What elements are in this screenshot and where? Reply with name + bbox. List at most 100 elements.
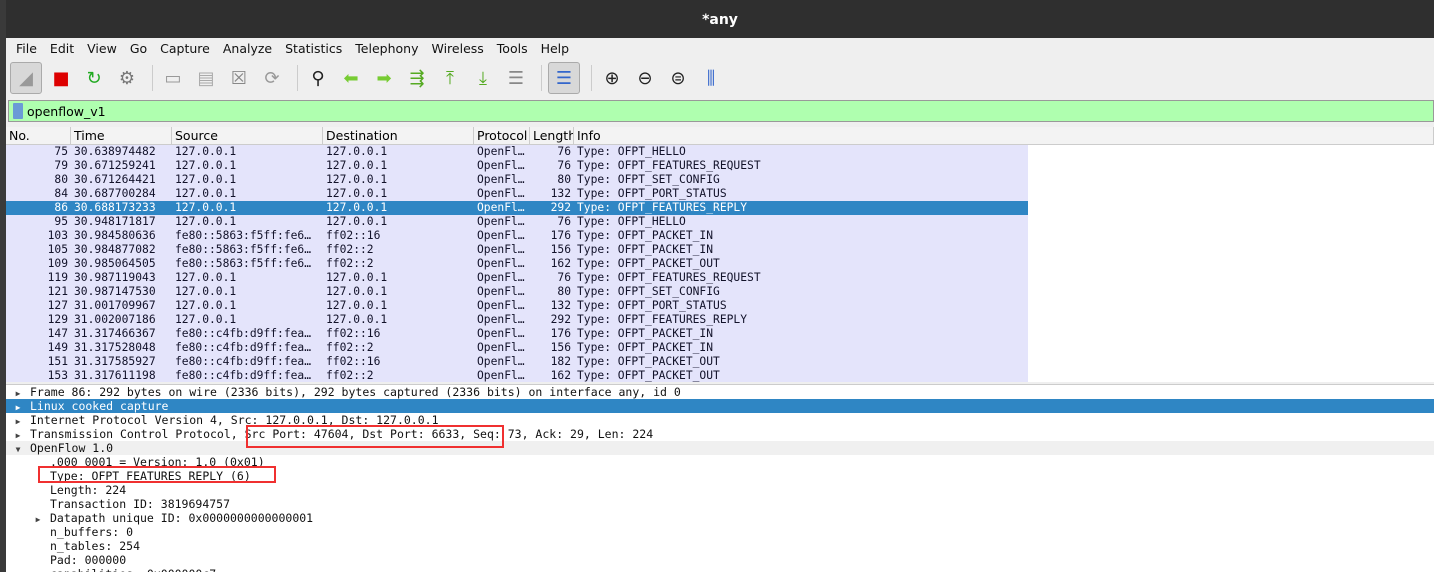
packet-cell-no: 151 bbox=[47, 355, 68, 368]
packet-row[interactable]: 79 30.671259241 127.0.0.1 127.0.0.1 OpenFl… 7… bbox=[6, 159, 1028, 173]
detail-line[interactable]: Pad: 000000 bbox=[6, 553, 1434, 567]
packet-row[interactable]: 147 31.317466367 fe80::c4fb:d9ff:fea… ff02:… bbox=[6, 327, 1028, 341]
packet-row[interactable]: 105 30.984877082 fe80::5863:f5ff:fe6… ff02:… bbox=[6, 243, 1028, 257]
detail-line[interactable]: ▶ Datapath unique ID: 0x0000000000000001 bbox=[6, 511, 1434, 525]
packet-cell-protocol: OpenFl… bbox=[477, 145, 525, 158]
stop-icon[interactable]: ■ bbox=[47, 64, 75, 92]
detail-line[interactable]: ▶ Transmission Control Protocol, Src Port… bbox=[6, 427, 1434, 441]
packet-cell-length: 176 bbox=[550, 327, 571, 340]
packet-row[interactable]: 121 30.987147530 127.0.0.1 127.0.0.1 OpenFl…… bbox=[6, 285, 1028, 299]
detail-line[interactable]: ▶ Frame 86: 292 bytes on wire (2336 bits)… bbox=[6, 385, 1434, 399]
zoom-in-icon[interactable]: ⊕ bbox=[598, 64, 626, 92]
packet-cell-protocol: OpenFl… bbox=[477, 159, 525, 172]
save-file-icon[interactable]: ▤ bbox=[192, 64, 220, 92]
packet-row[interactable]: 151 31.317585927 fe80::c4fb:d9ff:fea… ff02:… bbox=[6, 355, 1028, 369]
bookmark-icon[interactable] bbox=[13, 103, 23, 119]
packet-cell-time: 31.317611198 bbox=[74, 369, 156, 382]
packet-cell-protocol: OpenFl… bbox=[477, 341, 525, 354]
wireshark-window: File Edit View Go Capture Analyze Statistics Te… bbox=[6, 38, 1434, 572]
packet-row[interactable]: 153 31.317611198 fe80::c4fb:d9ff:fea… ff02:… bbox=[6, 369, 1028, 382]
display-filter-input[interactable]: openflow_v1 bbox=[27, 104, 106, 119]
packet-row[interactable]: 75 30.638974482 127.0.0.1 127.0.0.1 OpenFl… 7… bbox=[6, 145, 1028, 159]
detail-line[interactable]: Length: 224 bbox=[6, 483, 1434, 497]
forward-arrow-icon[interactable]: ➡ bbox=[370, 64, 398, 92]
detail-line[interactable]: ▶capabilities: 0x000000c7 bbox=[6, 567, 1434, 572]
column-header-info[interactable]: Info bbox=[574, 127, 1434, 144]
menu-wireless[interactable]: Wireless bbox=[431, 41, 483, 56]
menu-telephony[interactable]: Telephony bbox=[355, 41, 418, 56]
packet-row[interactable]: 95 30.948171817 127.0.0.1 127.0.0.1 OpenFl… 7… bbox=[6, 215, 1028, 229]
packet-row[interactable]: 103 30.984580636 fe80::5863:f5ff:fe6… ff02:… bbox=[6, 229, 1028, 243]
packet-cell-source: 127.0.0.1 bbox=[175, 173, 237, 186]
find-icon[interactable]: ⚲ bbox=[304, 64, 332, 92]
detail-line[interactable]: ▶ Internet Protocol Version 4, Src: 127.0… bbox=[6, 413, 1434, 427]
packet-row[interactable]: 149 31.317528048 fe80::c4fb:d9ff:fea… ff02:… bbox=[6, 341, 1028, 355]
packet-cell-info: Type: OFPT_HELLO bbox=[577, 145, 686, 158]
last-packet-icon[interactable]: ⤓ bbox=[469, 64, 497, 92]
packet-row[interactable]: 119 30.987119043 127.0.0.1 127.0.0.1 OpenFl…… bbox=[6, 271, 1028, 285]
packet-row[interactable]: 84 30.687700284 127.0.0.1 127.0.0.1 OpenFl… 1… bbox=[6, 187, 1028, 201]
options-gear-icon[interactable]: ⚙ bbox=[113, 64, 141, 92]
packet-list[interactable]: No. Time Source Destination Protocol Length In… bbox=[6, 127, 1434, 382]
detail-line[interactable]: n_buffers: 0 bbox=[6, 525, 1434, 539]
packet-cell-no: 84 bbox=[54, 187, 68, 200]
packet-cell-time: 30.671259241 bbox=[74, 159, 156, 172]
packet-row[interactable]: 80 30.671264421 127.0.0.1 127.0.0.1 OpenFl… 8… bbox=[6, 173, 1028, 187]
packet-row[interactable]: 129 31.002007186 127.0.0.1 127.0.0.1 OpenFl…… bbox=[6, 313, 1028, 327]
back-arrow-icon[interactable]: ⬅ bbox=[337, 64, 365, 92]
colorize-icon[interactable]: ☰ bbox=[548, 62, 580, 94]
zoom-out-icon[interactable]: ⊖ bbox=[631, 64, 659, 92]
packet-cell-destination: 127.0.0.1 bbox=[326, 173, 388, 186]
close-file-icon[interactable]: ☒ bbox=[225, 64, 253, 92]
column-header-length[interactable]: Length bbox=[530, 127, 574, 144]
column-header-time[interactable]: Time bbox=[71, 127, 172, 144]
autoscroll-icon[interactable]: ☰ bbox=[502, 64, 530, 92]
packet-cell-time: 31.001709967 bbox=[74, 299, 156, 312]
packet-cell-no: 103 bbox=[47, 229, 68, 242]
packet-cell-no: 79 bbox=[54, 159, 68, 172]
detail-line[interactable]: Transaction ID: 3819694757 bbox=[6, 497, 1434, 511]
packet-row[interactable]: 109 30.985064505 fe80::5863:f5ff:fe6… ff02:… bbox=[6, 257, 1028, 271]
column-header-destination[interactable]: Destination bbox=[323, 127, 474, 144]
zoom-normal-icon[interactable]: ⊜ bbox=[664, 64, 692, 92]
menu-statistics[interactable]: Statistics bbox=[285, 41, 342, 56]
go-to-packet-icon[interactable]: ⇶ bbox=[403, 64, 431, 92]
menu-view[interactable]: View bbox=[87, 41, 117, 56]
packet-cell-destination: 127.0.0.1 bbox=[326, 285, 388, 298]
menu-analyze[interactable]: Analyze bbox=[223, 41, 272, 56]
packet-cell-info: Type: OFPT_PACKET_IN bbox=[577, 327, 714, 340]
reload-icon[interactable]: ⟳ bbox=[258, 64, 286, 92]
packet-cell-time: 31.002007186 bbox=[74, 313, 156, 326]
display-filter-bar[interactable]: openflow_v1 bbox=[8, 100, 1434, 122]
restart-icon[interactable]: ↻ bbox=[80, 64, 108, 92]
menu-tools[interactable]: Tools bbox=[497, 41, 528, 56]
column-header-no[interactable]: No. bbox=[6, 127, 71, 144]
detail-line[interactable]: ▶ Linux cooked capture bbox=[6, 399, 1434, 413]
packet-cell-no: 105 bbox=[47, 243, 68, 256]
menu-file[interactable]: File bbox=[16, 41, 37, 56]
packet-cell-length: 76 bbox=[557, 271, 571, 284]
menu-edit[interactable]: Edit bbox=[50, 41, 74, 56]
menu-go[interactable]: Go bbox=[130, 41, 147, 56]
packet-cell-no: 127 bbox=[47, 299, 68, 312]
menu-help[interactable]: Help bbox=[541, 41, 570, 56]
packet-cell-protocol: OpenFl… bbox=[477, 271, 525, 284]
packet-row[interactable]: 127 31.001709967 127.0.0.1 127.0.0.1 OpenFl…… bbox=[6, 299, 1028, 313]
detail-line[interactable]: ▼ OpenFlow 1.0 bbox=[6, 441, 1434, 455]
detail-line[interactable]: n_tables: 254 bbox=[6, 539, 1434, 553]
packet-cell-length: 80 bbox=[557, 173, 571, 186]
open-file-icon[interactable]: ▭ bbox=[159, 64, 187, 92]
resize-columns-icon[interactable]: ⫼ bbox=[697, 64, 725, 92]
column-header-protocol[interactable]: Protocol bbox=[474, 127, 530, 144]
packet-details-pane[interactable]: ▶ Frame 86: 292 bytes on wire (2336 bits)… bbox=[6, 384, 1434, 572]
packet-cell-destination: 127.0.0.1 bbox=[326, 159, 388, 172]
column-header-source[interactable]: Source bbox=[172, 127, 323, 144]
packet-cell-no: 80 bbox=[54, 173, 68, 186]
packet-row[interactable]: 86 30.688173233 127.0.0.1 127.0.0.1 OpenFl… 2… bbox=[6, 201, 1028, 215]
packet-cell-source: 127.0.0.1 bbox=[175, 271, 237, 284]
detail-text: Transaction ID: 3819694757 bbox=[50, 497, 231, 511]
shark-fin-start-icon[interactable]: ◢ bbox=[10, 62, 42, 94]
first-packet-icon[interactable]: ⤒ bbox=[436, 64, 464, 92]
packet-cell-info: Type: OFPT_PACKET_IN bbox=[577, 229, 714, 242]
menu-capture[interactable]: Capture bbox=[160, 41, 210, 56]
